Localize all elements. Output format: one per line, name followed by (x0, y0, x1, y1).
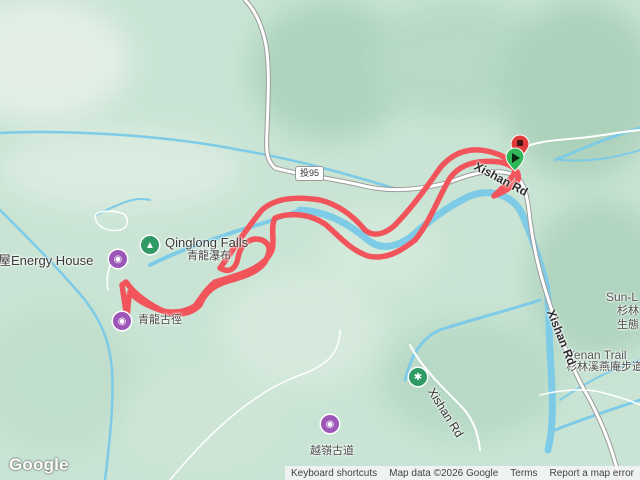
google-logo: Google (9, 455, 69, 474)
tree-icon[interactable]: ▲ (141, 236, 159, 254)
qinglong-falls-label[interactable]: Qinglong Falls (165, 236, 248, 249)
poi-label[interactable]: 青龍古徑 (138, 315, 182, 326)
map-data-label: Map data ©2026 Google (389, 467, 499, 479)
terms-link[interactable]: Terms (504, 468, 543, 479)
yuelingdao-label[interactable]: 越嶺古道 (310, 446, 354, 457)
route-shield: 投95 (295, 166, 325, 181)
sun-link-zh-label-2: 生態 (617, 319, 639, 331)
sun-link-label[interactable]: Sun-L (606, 291, 638, 303)
energy-house-label[interactable]: 屋Energy House (0, 254, 93, 267)
keyboard-shortcuts-link[interactable]: Keyboard shortcuts (285, 468, 383, 479)
report-map-error-link[interactable]: Report a map error (544, 468, 640, 479)
map-canvas[interactable]: 投95 屋Energy House ◉ ▲ Qinglong Falls 青龍瀑… (0, 0, 640, 480)
camera-icon[interactable]: ◉ (113, 312, 131, 330)
sun-link-zh-label-1: 杉林 (617, 305, 639, 317)
attribution-bar: Keyboard shortcuts Map data ©2026 Google… (284, 466, 640, 480)
camera-icon[interactable]: ◉ (321, 415, 339, 433)
hiker-icon[interactable]: ✱ (409, 368, 427, 386)
camera-icon[interactable]: ◉ (109, 250, 127, 268)
yenan-trail-zh-label: 杉林溪燕庵步道 (566, 361, 640, 373)
terrain-layer (0, 0, 640, 480)
qinglong-falls-zh-label: 青龍瀑布 (187, 250, 231, 262)
